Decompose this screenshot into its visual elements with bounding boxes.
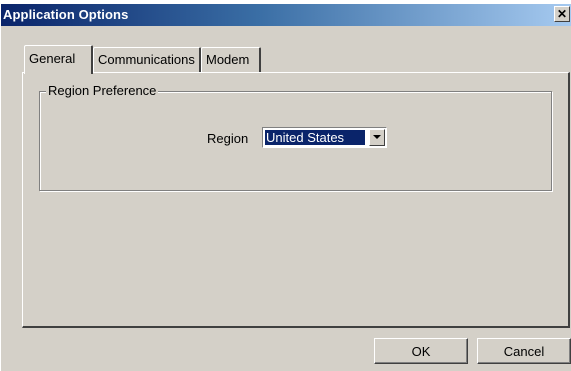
tab-label: General	[29, 51, 76, 66]
region-select-value: United States	[265, 130, 365, 145]
window-title: Application Options	[3, 7, 129, 22]
region-label: Region	[207, 131, 249, 146]
ok-button[interactable]: OK	[374, 338, 468, 364]
tab-label: Communications	[98, 52, 195, 67]
dialog-window: Application Options ✕ General Communicat…	[0, 4, 571, 371]
close-icon: ✕	[556, 7, 568, 21]
tab-modem[interactable]: Modem	[201, 47, 261, 72]
tab-general[interactable]: General	[24, 45, 93, 74]
close-button[interactable]: ✕	[554, 6, 570, 22]
region-preference-group: Region Preference Region United States	[39, 83, 552, 191]
cancel-button[interactable]: Cancel	[477, 338, 571, 364]
cancel-button-label: Cancel	[503, 343, 545, 359]
dropdown-button[interactable]	[369, 129, 385, 146]
general-tab-panel: Region Preference Region United States	[22, 72, 570, 328]
title-bar[interactable]: Application Options ✕	[1, 4, 571, 26]
tab-communications[interactable]: Communications	[93, 47, 201, 72]
region-select[interactable]: United States	[262, 127, 387, 148]
chevron-down-icon	[373, 135, 381, 139]
ok-button-label: OK	[411, 343, 431, 359]
tab-label: Modem	[206, 52, 250, 67]
group-legend: Region Preference	[46, 83, 159, 98]
